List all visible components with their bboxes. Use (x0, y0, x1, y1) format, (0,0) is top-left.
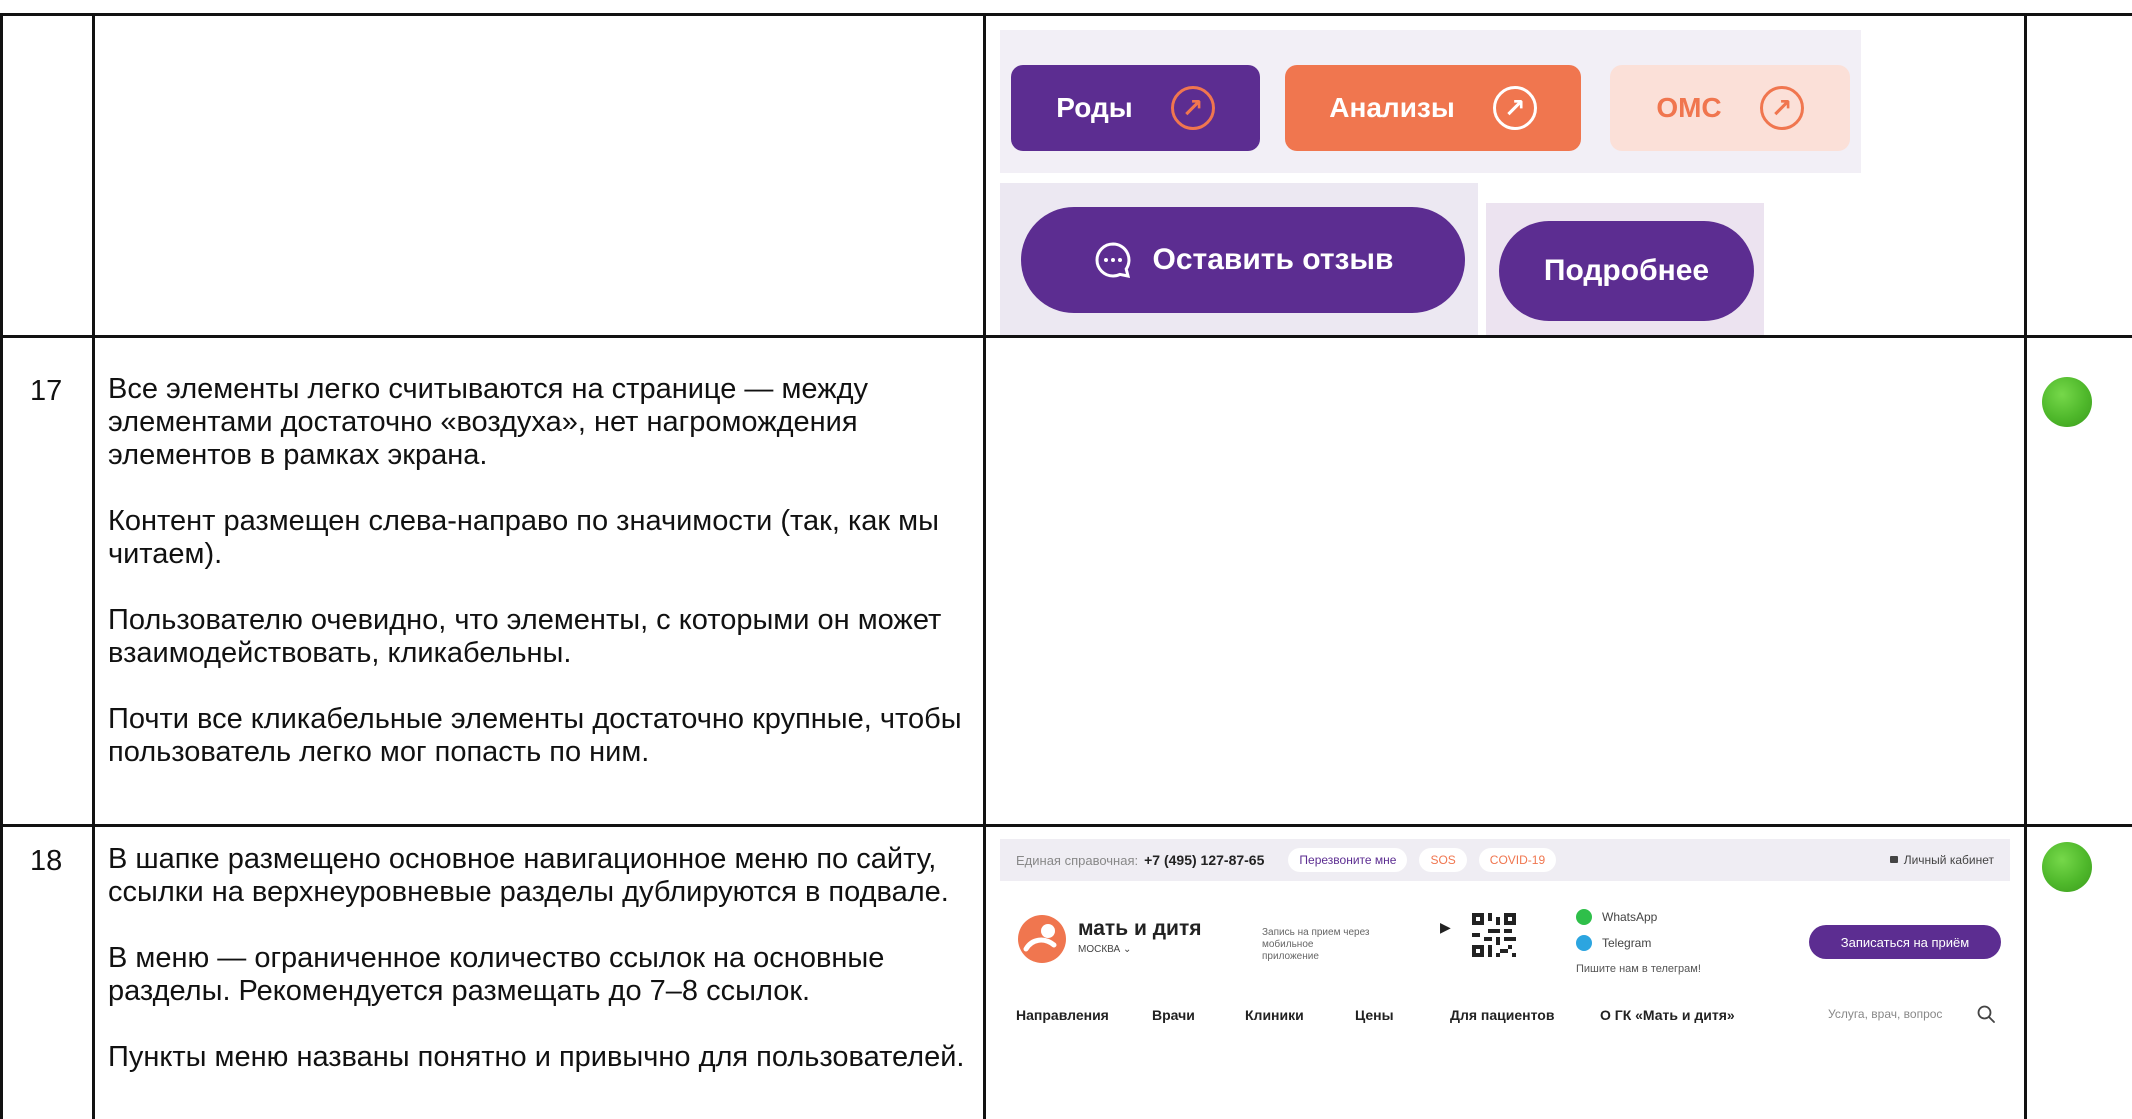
more-button[interactable]: Подробнее (1499, 221, 1754, 321)
nav-item[interactable]: О ГК «Мать и дитя» (1600, 1007, 1735, 1023)
app-promo-text: Запись на прием через мобильное приложен… (1262, 927, 1370, 962)
qr-code-icon (1472, 913, 1516, 957)
chevron-down-icon: ⌄ (1122, 944, 1132, 955)
description-paragraph: Пункты меню названы понятно и привычно д… (108, 1041, 965, 1073)
leave-feedback-button[interactable]: Оставить отзыв (1021, 207, 1465, 313)
description-paragraph: Пользователю очевидно, что элементы, с к… (108, 604, 942, 669)
row-divider-17 (0, 335, 2132, 338)
city-label: МОСКВА (1078, 944, 1121, 955)
rody-button-label: Роды (1056, 92, 1133, 123)
account-label: Личный кабинет (1903, 853, 1994, 867)
column-border-1 (92, 13, 95, 1119)
feedback-button-strip: Оставить отзыв (1000, 183, 1478, 335)
arrow-up-right-icon (1170, 86, 1215, 130)
hotline-label: Единая справочная: (1016, 852, 1139, 868)
criterion-description: В шапке размещено основное навигационное… (108, 843, 988, 1107)
button-examples-strip: Роды Анализы ОМС (1000, 30, 1861, 173)
column-border-3 (2024, 13, 2027, 1119)
callback-button[interactable]: Перезвоните мне (1288, 848, 1408, 872)
sos-button[interactable]: SOS (1419, 848, 1467, 872)
whatsapp-icon (1576, 909, 1592, 925)
book-appointment-button[interactable]: Записаться на приём (1809, 925, 2001, 959)
city-selector[interactable]: МОСКВА ⌄ (1078, 944, 1131, 955)
nav-item[interactable]: Для пациентов (1450, 1007, 1554, 1023)
account-link[interactable]: Личный кабинет (1889, 853, 1994, 867)
status-indicator (2042, 842, 2092, 892)
website-header-example: Единая справочная: +7 (495) 127-87-65 Пе… (1000, 839, 2010, 1119)
rody-button[interactable]: Роды (1011, 65, 1260, 151)
site-logo[interactable]: мать и дитя МОСКВА ⌄ (1016, 909, 1216, 969)
description-paragraph: Контент размещен слева-направо по значим… (108, 505, 939, 570)
telegram-link[interactable]: Telegram (1576, 935, 1651, 951)
arrow-up-right-icon (1492, 86, 1537, 130)
leave-feedback-label: Оставить отзыв (1152, 243, 1394, 276)
description-paragraph: В меню — ограниченное количество ссылок … (108, 942, 885, 1007)
lock-icon (1889, 856, 1898, 863)
analyzy-button-label: Анализы (1329, 92, 1455, 123)
search-input[interactable]: Услуга, врач, вопрос (1828, 1007, 1942, 1021)
description-paragraph: Почти все кликабельные элементы достаточ… (108, 703, 962, 768)
analyzy-button[interactable]: Анализы (1285, 65, 1581, 151)
column-border-0 (0, 13, 3, 1119)
hotline-phone[interactable]: +7 (495) 127-87-65 (1144, 852, 1264, 868)
mother-child-logo-icon (1018, 915, 1066, 963)
row-number: 17 (30, 375, 63, 407)
arrow-up-right-icon (1759, 86, 1804, 130)
nav-item[interactable]: Врачи (1152, 1007, 1195, 1023)
description-paragraph: Все элементы легко считываются на страни… (108, 373, 869, 471)
oms-button[interactable]: ОМС (1610, 65, 1850, 151)
site-topbar: Единая справочная: +7 (495) 127-87-65 Пе… (1000, 839, 2010, 881)
search-icon[interactable] (1977, 1005, 1995, 1023)
criterion-description: Все элементы легко считываются на страни… (108, 373, 988, 802)
status-indicator (2042, 377, 2092, 427)
play-icon: ▶ (1440, 919, 1451, 935)
oms-button-label: ОМС (1656, 92, 1722, 123)
whatsapp-link[interactable]: WhatsApp (1576, 909, 1657, 925)
row-number: 18 (30, 845, 63, 877)
description-paragraph: В шапке размещено основное навигационное… (108, 843, 949, 908)
nav-item[interactable]: Клиники (1245, 1007, 1304, 1023)
whatsapp-label: WhatsApp (1602, 910, 1658, 924)
nav-item[interactable]: Направления (1016, 1007, 1109, 1023)
nav-item[interactable]: Цены (1355, 1007, 1394, 1023)
row-divider-18 (0, 824, 2132, 827)
logo-name: мать и дитя (1078, 917, 1202, 940)
table-top-border (0, 13, 2132, 16)
app-store-icons[interactable]: ▶ (1440, 913, 1451, 941)
telegram-note: Пишите нам в телеграм! (1576, 963, 1701, 975)
telegram-label: Telegram (1602, 936, 1652, 950)
telegram-icon (1576, 935, 1592, 951)
more-button-label: Подробнее (1543, 254, 1710, 287)
chat-bubble-icon (1095, 242, 1130, 278)
covid-button[interactable]: COVID-19 (1478, 848, 1557, 872)
more-button-strip: Подробнее (1486, 203, 1764, 335)
